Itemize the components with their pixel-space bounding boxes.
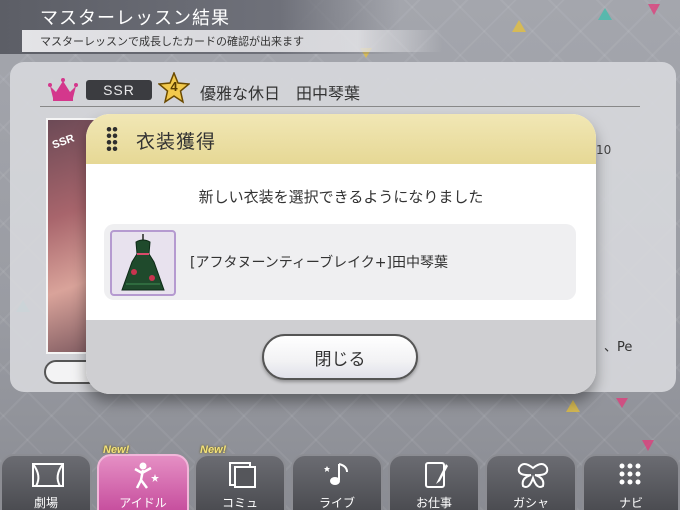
card-image-ssr-mark: SSR [50,132,76,152]
page-subtitle: マスターレッスンで成長したカードの確認が出来ます [40,35,304,48]
commu-icon [229,462,256,488]
crown-icon [48,78,78,101]
dialog-message: 新しい衣装を選択できるようになりました [198,188,484,206]
decor-triangle [648,4,660,15]
bottom-navigation: 劇場 New! アイドル New! コミュ ライブ お仕事 ガシャ ナビ [0,444,680,510]
nav-label: お仕事 [415,496,452,510]
card-name: 優雅な休日 田中琴葉 [200,84,361,103]
card-text-peek: 、Pe [604,340,633,355]
dialog-title: 衣装獲得 [136,131,217,153]
dress-icon [121,234,165,291]
theater-icon [32,463,64,487]
new-badge: New! [200,444,227,456]
decor-triangle [566,400,580,412]
close-button[interactable]: 閉じる [262,334,418,380]
nav-tab-commu[interactable]: New! コミュ [194,444,286,510]
nav-tab-theater[interactable]: 劇場 [0,454,92,510]
nav-label: コミュ [221,496,258,510]
work-icon [425,462,448,488]
costume-thumbnail [110,230,176,296]
nav-tab-work[interactable]: お仕事 [388,454,480,510]
costume-name: [アフタヌーンティーブレイク+]田中琴葉 [190,255,448,271]
nav-tab-live[interactable]: ライブ [291,454,383,510]
nav-label: ナビ [618,496,643,510]
nav-tab-navi[interactable]: ナビ [582,454,680,510]
card-stat-peek: 10 [596,143,612,157]
nav-label: アイドル [119,496,167,510]
nav-tab-gacha[interactable]: ガシャ [485,454,577,510]
gacha-icon [517,463,549,488]
dialog-header: 衣装獲得 [86,114,596,164]
star-level-badge: 4 [157,70,191,104]
costume-acquired-dialog: 衣装獲得 新しい衣装を選択できるようになりました [アフタヌーンティーブレイク+… [86,114,596,394]
divider [40,106,640,107]
nav-label: 劇場 [33,496,58,510]
costume-item: [アフタヌーンティーブレイク+]田中琴葉 [104,224,576,300]
decor-triangle [598,8,612,20]
page-title: マスターレッスン結果 [40,8,230,29]
live-icon [324,463,348,485]
nav-label: ガシャ [512,496,549,510]
navi-icon [619,463,641,485]
nav-label: ライブ [318,496,355,510]
star-level: 4 [170,79,178,94]
rarity-badge: SSR [86,80,152,100]
decor-triangle [616,398,628,408]
nav-tab-idol[interactable]: New! アイドル [97,444,189,510]
dialog-footer: 閉じる [86,320,596,394]
grip-icon [106,126,118,152]
idol-icon [134,462,159,489]
new-badge: New! [103,444,130,456]
decor-triangle [512,20,526,32]
